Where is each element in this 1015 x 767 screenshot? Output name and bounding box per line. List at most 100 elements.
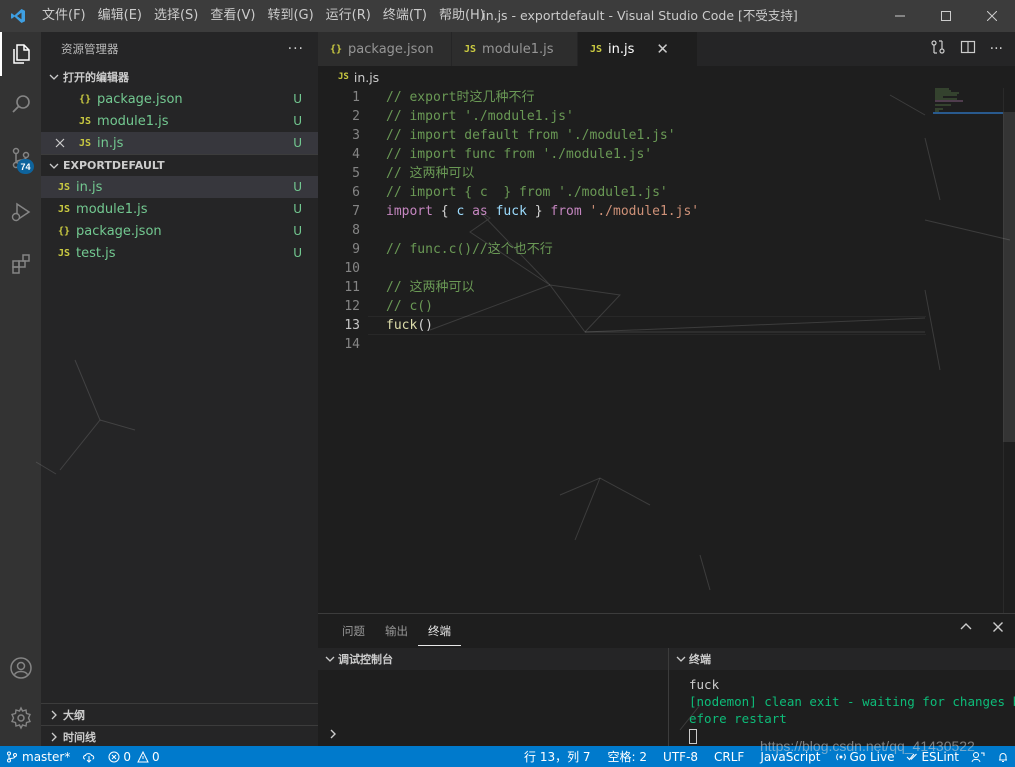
minimize-icon[interactable] — [877, 0, 923, 32]
title-bar: 文件(F) 编辑(E) 选择(S) 查看(V) 转到(G) 运行(R) 终端(T… — [0, 0, 1015, 32]
json-file-icon: {} — [79, 93, 92, 105]
file-name: in.js — [76, 179, 103, 195]
line-number: 10 — [344, 261, 360, 276]
menu-view[interactable]: 查看(V) — [204, 0, 261, 32]
git-branch-icon — [7, 751, 17, 762]
breadcrumb-file[interactable]: in.js — [354, 70, 379, 85]
bell-icon[interactable] — [991, 751, 1015, 763]
search-icon[interactable] — [0, 82, 41, 126]
open-editor-item-package-json[interactable]: {} package.json U — [41, 88, 318, 110]
folder-header[interactable]: EXPORTDEFAULT — [41, 154, 318, 176]
outline-header[interactable]: 大纲 — [41, 703, 318, 725]
chevron-down-icon — [673, 654, 689, 664]
file-item-module1-js[interactable]: JS module1.js U — [41, 198, 318, 220]
debug-console-header[interactable]: 调试控制台 — [318, 648, 668, 670]
line-endings[interactable]: CRLF — [706, 750, 752, 764]
menu-selection[interactable]: 选择(S) — [148, 0, 204, 32]
editor-scrollbar-thumb[interactable] — [1003, 112, 1015, 442]
code-line[interactable]: 6 // import { c } from './module1.js' — [318, 183, 1003, 202]
json-file-icon: {} — [58, 225, 71, 237]
line-number: 12 — [344, 299, 360, 314]
line-number: 1 — [352, 90, 360, 105]
tab-in-js[interactable]: JS in.js ✕ — [578, 32, 698, 66]
code-line[interactable]: 3 // import default from './module1.js' — [318, 126, 1003, 145]
code-text: import { c as fuck } from './module1.js' — [386, 202, 699, 221]
open-editor-item-module1-js[interactable]: JS module1.js U — [41, 110, 318, 132]
file-name: test.js — [76, 245, 116, 261]
indentation[interactable]: 空格: 2 — [600, 748, 656, 765]
minimap[interactable] — [933, 88, 1003, 128]
terminal-header[interactable]: 终端 — [669, 648, 1015, 670]
code-line[interactable]: 5 // 这两种可以 — [318, 164, 1003, 183]
terminal-pane[interactable]: 终端 fuck [nodemon] clean exit - waiting f… — [668, 648, 1015, 747]
more-actions-icon[interactable]: ··· — [990, 41, 1003, 57]
tab-package-json[interactable]: {} package.json — [318, 32, 452, 66]
file-item-package-json[interactable]: {} package.json U — [41, 220, 318, 242]
code-line[interactable]: 12 // c() — [318, 297, 1003, 316]
terminal-output[interactable]: fuck [nodemon] clean exit - waiting for … — [669, 670, 1015, 744]
terminal-line: [nodemon] clean exit - waiting for chang… — [689, 694, 1015, 709]
code-line[interactable]: 10 — [318, 259, 1003, 278]
gear-icon[interactable] — [0, 696, 41, 740]
code-line[interactable]: 9 // func.c()//这个也不行 — [318, 240, 1003, 259]
open-editors-header[interactable]: 打开的编辑器 — [41, 66, 318, 88]
code-line[interactable]: 1 // export时这几种不行 — [318, 88, 1003, 107]
repl-prompt-icon[interactable] — [328, 728, 338, 743]
menu-run[interactable]: 运行(R) — [320, 0, 377, 32]
more-actions-icon[interactable]: ··· — [288, 41, 304, 57]
line-number: 4 — [352, 147, 360, 162]
close-editor-icon[interactable] — [41, 138, 79, 148]
untracked-status: U — [293, 246, 302, 260]
maximize-panel-icon[interactable] — [959, 620, 973, 638]
timeline-header[interactable]: 时间线 — [41, 725, 318, 747]
menu-edit[interactable]: 编辑(E) — [92, 0, 148, 32]
file-item-in-js[interactable]: JS in.js U — [41, 176, 318, 198]
code-token: as — [472, 204, 488, 219]
branch-indicator[interactable]: master* — [0, 750, 76, 764]
cursor-position[interactable]: 行 13，列 7 — [515, 748, 600, 765]
split-editor-icon[interactable] — [960, 39, 976, 59]
debug-console-pane: 调试控制台 — [318, 648, 668, 747]
breadcrumb[interactable]: JS in.js — [318, 66, 1015, 88]
js-file-icon: JS — [464, 43, 477, 55]
close-panel-icon[interactable] — [991, 620, 1005, 638]
js-file-icon: JS — [58, 203, 71, 215]
code-line[interactable]: 11 // 这两种可以 — [318, 278, 1003, 297]
open-changes-icon[interactable] — [930, 39, 946, 59]
file-name: in.js — [97, 135, 124, 151]
code-line[interactable]: 7 import { c as fuck } from './module1.js… — [318, 202, 1003, 221]
encoding[interactable]: UTF-8 — [655, 750, 706, 764]
tab-terminal[interactable]: 终端 — [418, 617, 461, 646]
code-token: // import './module1.js' — [386, 109, 574, 124]
tab-problems[interactable]: 问题 — [332, 616, 375, 646]
close-tab-icon[interactable]: ✕ — [656, 40, 669, 58]
code-line[interactable]: 13 fuck() — [318, 316, 1003, 335]
code-line[interactable]: 4 // import func from './module1.js' — [318, 145, 1003, 164]
extensions-icon[interactable] — [0, 242, 41, 286]
run-debug-icon[interactable] — [0, 190, 41, 234]
source-control-icon[interactable] — [0, 136, 41, 180]
code-line[interactable]: 2 // import './module1.js' — [318, 107, 1003, 126]
code-editor[interactable]: 1 // export时这几种不行 2 // import './module1.js… — [318, 88, 1003, 613]
tab-output[interactable]: 输出 — [375, 616, 418, 646]
open-editor-item-in-js[interactable]: JS in.js U — [41, 132, 318, 154]
code-token: './module1.js' — [589, 204, 700, 219]
problems-indicator[interactable]: 0 0 — [102, 750, 165, 764]
code-text: // func.c()//这个也不行 — [386, 240, 553, 259]
tab-label: in.js — [608, 41, 635, 57]
sync-icon[interactable] — [76, 751, 102, 763]
account-icon[interactable] — [0, 646, 41, 690]
menu-go[interactable]: 转到(G) — [261, 0, 319, 32]
menu-file[interactable]: 文件(F) — [36, 0, 92, 32]
activity-bar: 74 — [0, 32, 41, 746]
tab-module1-js[interactable]: JS module1.js — [452, 32, 578, 66]
tab-label: package.json — [348, 41, 434, 57]
close-window-icon[interactable] — [969, 0, 1015, 32]
code-line[interactable]: 8 — [318, 221, 1003, 240]
file-item-test-js[interactable]: JS test.js U — [41, 242, 318, 264]
code-line[interactable]: 14 — [318, 335, 1003, 354]
terminal-line: fuck — [689, 677, 720, 692]
line-number: 13 — [344, 318, 360, 333]
maximize-icon[interactable] — [923, 0, 969, 32]
explorer-icon[interactable] — [0, 32, 41, 76]
